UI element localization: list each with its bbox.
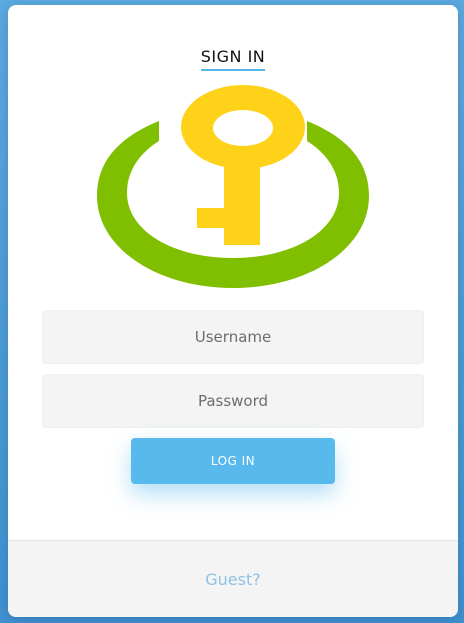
login-button-label: LOG IN bbox=[210, 454, 256, 468]
password-input[interactable] bbox=[42, 374, 424, 428]
login-button[interactable]: LOG IN bbox=[131, 438, 335, 484]
title-wrap: SIGN IN bbox=[8, 47, 458, 71]
username-input[interactable] bbox=[42, 310, 424, 364]
login-card: SIGN IN LOG IN Guest? bbox=[8, 5, 458, 617]
guest-link[interactable]: Guest? bbox=[205, 570, 260, 589]
key-shape bbox=[181, 85, 305, 245]
key-in-circle-icon bbox=[97, 85, 369, 288]
footer: Guest? bbox=[8, 540, 458, 617]
sign-in-title: SIGN IN bbox=[200, 47, 266, 71]
